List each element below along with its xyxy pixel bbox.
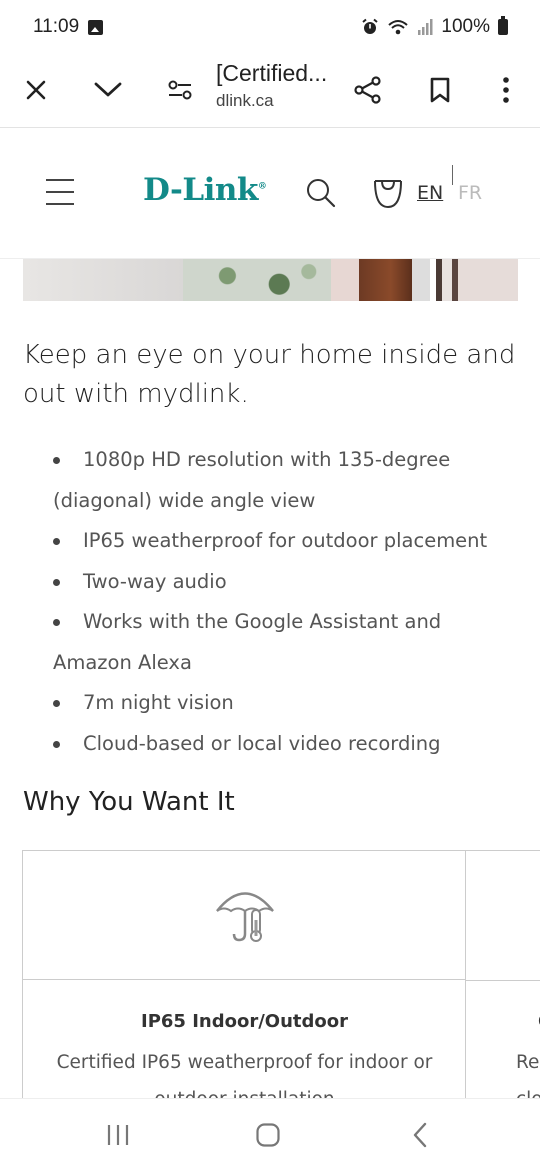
search-icon[interactable]	[305, 177, 337, 213]
list-item: Works with the Google Assistant and Amaz…	[53, 602, 518, 683]
url-domain: dlink.ca	[216, 91, 274, 110]
battery-percent: 100%	[441, 16, 490, 37]
section-title: Why You Want It	[23, 787, 235, 817]
feature-cell: IP65 Indoor/Outdoor Certified IP65 weath…	[23, 851, 466, 1111]
language-fr-link[interactable]: FR	[458, 182, 482, 204]
feature-table: IP65 Indoor/Outdoor Certified IP65 weath…	[22, 850, 540, 1111]
language-en-link[interactable]: EN	[417, 182, 443, 204]
url-block[interactable]: [Certified... dlink.ca	[216, 60, 341, 111]
feature-cell-divider	[466, 980, 540, 981]
feature-list: 1080p HD resolution with 135-degree (dia…	[53, 440, 518, 764]
alarm-icon	[362, 18, 379, 34]
status-bar: 11:09 100%	[0, 0, 540, 56]
page-title: [Certified...	[216, 60, 328, 86]
wifi-icon	[388, 20, 409, 35]
dlink-logo[interactable]: D-Link®	[143, 172, 267, 208]
list-item: IP65 weatherproof for outdoor placement	[53, 521, 518, 562]
feature-icon-row	[23, 851, 466, 980]
list-item: Cloud-based or local video recording	[53, 724, 518, 765]
recent-apps-icon[interactable]	[98, 1119, 138, 1151]
list-item: 1080p HD resolution with 135-degree (dia…	[53, 440, 518, 521]
signal-icon	[418, 19, 433, 35]
system-nav-bar	[0, 1098, 540, 1170]
intro-heading: Keep an eye on your home inside and out …	[23, 340, 516, 409]
battery-icon	[498, 16, 508, 35]
umbrella-thermometer-icon	[215, 892, 274, 942]
back-icon[interactable]	[400, 1119, 440, 1151]
feature-heading: IP65 Indoor/Outdoor	[141, 1011, 348, 1032]
gallery-icon	[88, 20, 103, 35]
cart-icon[interactable]	[372, 177, 404, 213]
site-header: D-Link® EN FR	[0, 129, 540, 259]
status-time: 11:09	[33, 16, 80, 37]
list-item: 7m night vision	[53, 683, 518, 724]
browser-toolbar: [Certified... dlink.ca	[0, 56, 540, 128]
page-settings-icon[interactable]	[160, 70, 200, 110]
home-icon[interactable]	[248, 1119, 288, 1151]
chevron-down-icon[interactable]	[88, 70, 128, 110]
list-item: Two-way audio	[53, 562, 518, 603]
bookmark-icon[interactable]	[420, 70, 460, 110]
share-icon[interactable]	[348, 70, 388, 110]
status-right: 100%	[361, 16, 508, 38]
hero-image	[23, 259, 518, 301]
more-vert-icon[interactable]	[486, 70, 526, 110]
menu-icon[interactable]	[46, 179, 74, 205]
language-divider	[452, 165, 453, 185]
close-icon[interactable]	[16, 70, 56, 110]
